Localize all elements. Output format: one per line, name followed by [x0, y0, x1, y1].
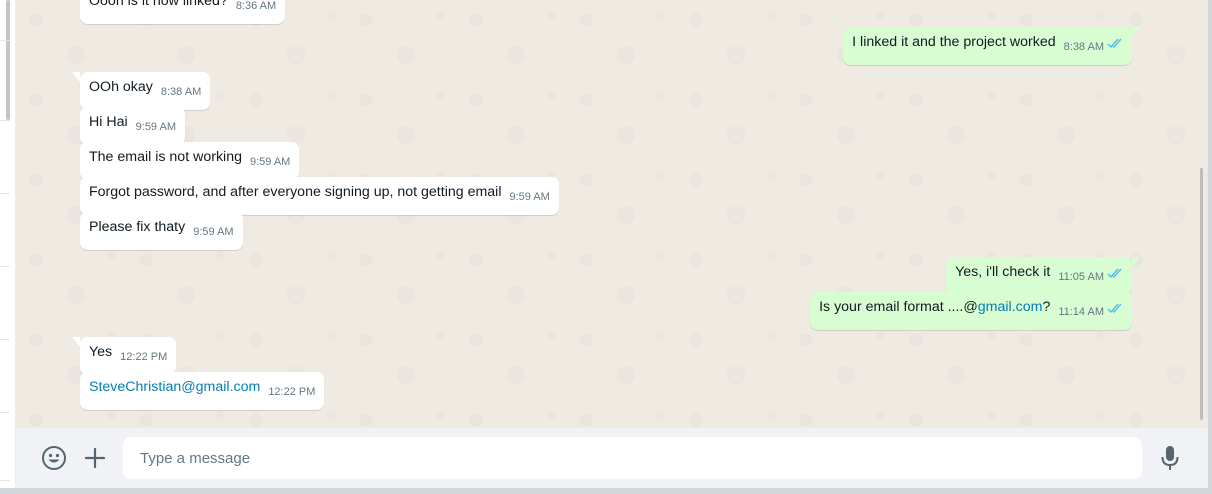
message-link[interactable]: gmail.com	[978, 299, 1043, 315]
message-time: 11:05 AM	[1058, 271, 1104, 283]
message-text: Oooh is it now linked?	[89, 0, 228, 9]
composer-bar	[16, 428, 1208, 488]
chat-scrollbar[interactable]	[1200, 168, 1203, 420]
bubble-tail	[1132, 257, 1140, 267]
bubble-tail	[72, 337, 80, 347]
message-time: 8:38 AM	[1063, 41, 1104, 53]
message-input[interactable]	[123, 437, 1142, 479]
message-incoming[interactable]: Please fix thaty 9:59 AM	[80, 212, 243, 250]
message-text: OOh okay	[89, 79, 153, 95]
message-time: 11:14 AM	[1058, 306, 1104, 318]
emoji-icon[interactable]	[40, 444, 68, 472]
message-time: 9:59 AM	[509, 191, 550, 203]
double-check-icon	[1107, 301, 1123, 320]
message-time: 8:36 AM	[235, 0, 277, 12]
message-incoming[interactable]: Hi Hai 9:59 AM	[80, 107, 185, 145]
message-text: I linked it and the project worked	[852, 34, 1056, 50]
message-text: Yes, i'll check it	[955, 264, 1051, 280]
sidebar-divider	[0, 339, 10, 340]
message-time: 9:59 AM	[249, 156, 291, 168]
message-incoming[interactable]: OOh okay 8:38 AM	[72, 72, 211, 110]
message-text: Please fix thaty	[89, 219, 186, 235]
message-link[interactable]: SteveChristian@gmail.com	[89, 379, 260, 395]
message-time: 9:59 AM	[135, 121, 176, 133]
message-incoming[interactable]: Yes 12:22 PM	[72, 337, 177, 375]
message-text-suffix: ?	[1042, 299, 1051, 315]
message-outgoing[interactable]: Yes, i'll check it 11:05 AM	[946, 257, 1140, 295]
message-incoming[interactable]: SteveChristian@gmail.com 12:22 PM	[80, 372, 325, 410]
message-time: 12:22 PM	[120, 351, 168, 363]
bubble-tail	[1132, 27, 1140, 37]
plus-icon[interactable]	[81, 444, 109, 472]
message-incoming[interactable]: The email is not working 9:59 AM	[80, 142, 300, 180]
message-text: Yes	[89, 344, 113, 360]
message-time: 9:59 AM	[193, 226, 234, 238]
message-time: 8:38 AM	[160, 86, 202, 98]
message-outgoing[interactable]: Is your email format ....@gmail.com? 11:1…	[810, 292, 1132, 330]
double-check-icon	[1107, 36, 1123, 55]
sidebar-divider	[0, 120, 10, 121]
message-text: The email is not working	[89, 149, 242, 165]
message-outgoing[interactable]: I linked it and the project worked 8:38 A…	[843, 27, 1140, 65]
message-incoming[interactable]: Oooh is it now linked? 8:36 AM	[80, 0, 286, 24]
sidebar-divider	[0, 412, 10, 413]
sidebar-scrollbar[interactable]	[6, 0, 10, 120]
message-time: 12:22 PM	[268, 386, 316, 398]
window-bottom-edge	[0, 488, 1212, 494]
sidebar-divider	[0, 40, 10, 41]
sidebar-divider	[0, 193, 10, 194]
microphone-icon[interactable]	[1156, 444, 1184, 472]
message-incoming[interactable]: Forgot password, and after everyone sign…	[80, 177, 559, 215]
double-check-icon	[1107, 266, 1123, 285]
message-text: Forgot password, and after everyone sign…	[89, 184, 502, 200]
sidebar-divider	[0, 266, 10, 267]
bubble-tail	[72, 72, 80, 82]
sidebar-edge	[0, 0, 16, 494]
sidebar-divider	[0, 480, 10, 481]
message-text-prefix: Is your email format ....@	[819, 299, 978, 315]
window-edge	[1208, 0, 1212, 494]
message-text: Hi Hai	[89, 114, 128, 130]
conversation-panel: Oooh is it now linked? 8:36 AM I linked i…	[16, 0, 1208, 428]
